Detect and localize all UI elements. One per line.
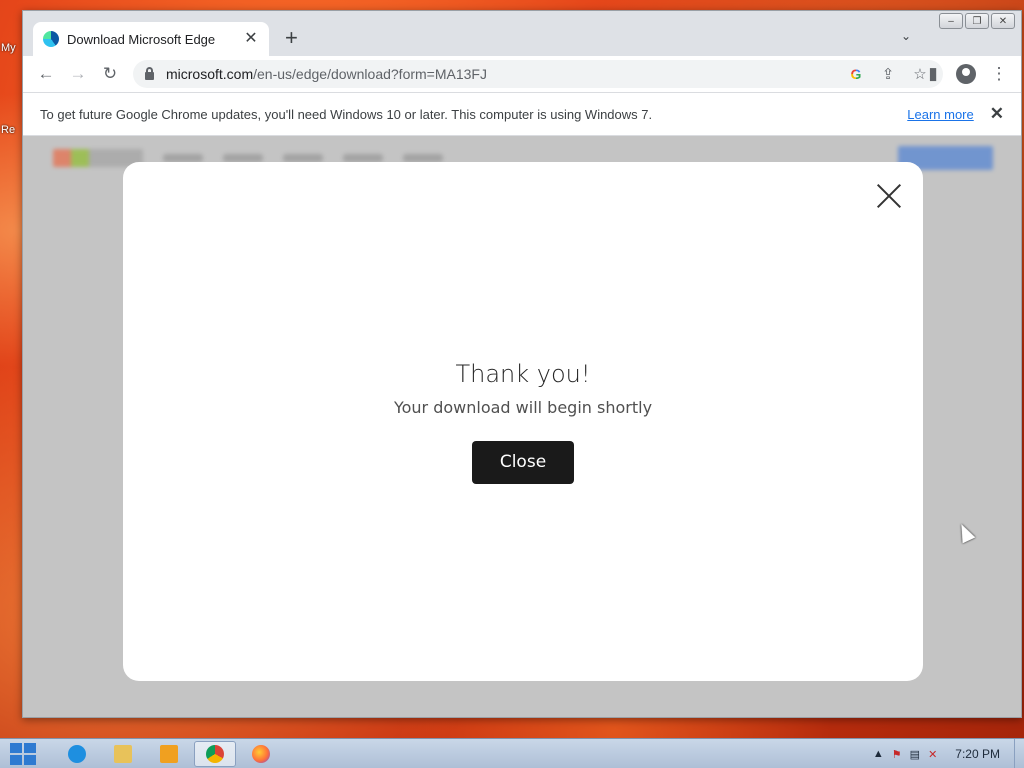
- forward-icon[interactable]: →: [68, 64, 88, 84]
- window-close-button[interactable]: ✕: [991, 13, 1015, 29]
- nav-placeholder: [403, 154, 443, 162]
- page-content: Thank you! Your download will begin shor…: [23, 136, 1021, 717]
- window-controls: – ❐ ✕: [939, 13, 1015, 29]
- tab-search-icon[interactable]: ⌄: [901, 29, 911, 43]
- url-host: microsoft.com: [166, 66, 254, 82]
- desktop-icon-label[interactable]: My: [1, 42, 16, 54]
- tray-expand-icon[interactable]: ▲: [873, 748, 884, 760]
- taskbar-internet-explorer[interactable]: [56, 741, 98, 767]
- taskbar-clock[interactable]: 7:20 PM: [955, 747, 1000, 761]
- folder-icon: [114, 745, 132, 763]
- nav-placeholder: [163, 154, 203, 162]
- start-button[interactable]: [8, 741, 38, 767]
- tab-title: Download Microsoft Edge: [67, 31, 216, 47]
- lock-icon[interactable]: [145, 66, 154, 80]
- internet-explorer-icon: [68, 745, 86, 763]
- update-infobar: To get future Google Chrome updates, you…: [23, 92, 1021, 136]
- infobar-message: To get future Google Chrome updates, you…: [40, 106, 653, 122]
- close-button[interactable]: Close: [472, 441, 574, 484]
- nav-placeholder: [223, 154, 263, 162]
- browser-window: Download Microsoft Edge ✕ + ⌄ – ❐ ✕ ← → …: [22, 10, 1022, 718]
- browser-toolbar: ← → ↻ microsoft.com/en-us/edge/download?…: [23, 56, 1021, 92]
- action-center-flag-icon[interactable]: ⚑: [892, 748, 902, 761]
- dialog-title: Thank you!: [455, 360, 591, 388]
- reload-icon[interactable]: ↻: [100, 64, 120, 84]
- back-icon[interactable]: ←: [36, 64, 56, 84]
- nav-placeholder: [343, 154, 383, 162]
- taskbar-firefox[interactable]: [240, 741, 282, 767]
- side-panel-icon[interactable]: ▮: [923, 64, 943, 84]
- share-icon[interactable]: ⇪: [879, 65, 897, 83]
- restore-button[interactable]: ❐: [965, 13, 989, 29]
- taskbar: ▲ ⚑ ▤ ✕ 7:20 PM: [0, 738, 1024, 768]
- desktop-icon-label[interactable]: Re: [1, 124, 15, 136]
- system-tray: ▲ ⚑ ▤ ✕ 7:20 PM: [873, 739, 1000, 768]
- minimize-button[interactable]: –: [939, 13, 963, 29]
- network-icon[interactable]: ▤: [910, 748, 920, 761]
- address-bar[interactable]: microsoft.com/en-us/edge/download?form=M…: [133, 60, 943, 88]
- chrome-icon: [206, 745, 224, 763]
- url-path: /en-us/edge/download?form=MA13FJ: [253, 66, 487, 82]
- url-text[interactable]: microsoft.com/en-us/edge/download?form=M…: [166, 66, 847, 82]
- nav-placeholder: [283, 154, 323, 162]
- thank-you-dialog: Thank you! Your download will begin shor…: [123, 162, 923, 681]
- dialog-body: Thank you! Your download will begin shor…: [123, 360, 923, 484]
- volume-muted-icon[interactable]: ✕: [928, 748, 937, 761]
- taskbar-file-explorer[interactable]: [102, 741, 144, 767]
- menu-kebab-icon[interactable]: ⋮: [989, 64, 1009, 84]
- tab-download-edge[interactable]: Download Microsoft Edge ✕: [33, 22, 269, 56]
- new-tab-button[interactable]: +: [285, 27, 298, 49]
- tab-strip: Download Microsoft Edge ✕ + ⌄ – ❐ ✕: [23, 11, 1021, 56]
- media-player-icon: [160, 745, 178, 763]
- learn-more-link[interactable]: Learn more: [907, 107, 973, 122]
- dialog-subtitle: Your download will begin shortly: [393, 398, 653, 417]
- google-icon[interactable]: G: [847, 66, 865, 82]
- tab-close-icon[interactable]: ✕: [243, 31, 259, 47]
- dialog-close-icon[interactable]: [877, 184, 901, 208]
- profile-avatar-icon[interactable]: [956, 64, 976, 84]
- taskbar-media-player[interactable]: [148, 741, 190, 767]
- edge-icon: [43, 31, 59, 47]
- infobar-close-icon[interactable]: ✕: [990, 104, 1004, 124]
- windows-logo-icon: [10, 743, 22, 753]
- firefox-icon: [252, 745, 270, 763]
- taskbar-chrome[interactable]: [194, 741, 236, 767]
- show-desktop-button[interactable]: [1014, 739, 1024, 768]
